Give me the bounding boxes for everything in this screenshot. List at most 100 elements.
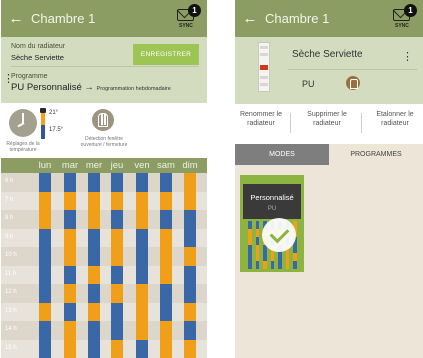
schedule-cell-comfort[interactable] [64, 228, 76, 248]
calibrate-radiator-button[interactable]: Etalonner le radiateur [367, 110, 423, 128]
schedule-cell-eco[interactable] [136, 173, 148, 192]
schedule-cell-comfort[interactable] [160, 339, 172, 358]
divider [290, 113, 291, 133]
schedule-cell-eco[interactable] [111, 321, 123, 340]
schedule-cell-comfort[interactable] [64, 339, 76, 358]
schedule-cell-eco[interactable] [184, 284, 196, 303]
schedule-cell-comfort[interactable] [160, 321, 172, 340]
schedule-cell-eco[interactable] [160, 302, 172, 322]
schedule-cell-comfort[interactable] [160, 228, 172, 248]
schedule-cell-comfort[interactable] [160, 247, 172, 266]
schedule-cell-eco[interactable] [111, 210, 123, 229]
schedule-cell-eco[interactable] [184, 265, 196, 285]
schedule-cell-comfort[interactable] [136, 284, 148, 303]
schedule-cell-comfort[interactable] [39, 302, 51, 322]
schedule-cell-eco[interactable] [88, 284, 100, 303]
schedule-cell-eco[interactable] [88, 247, 100, 266]
day-lun: lun [38, 160, 52, 171]
delete-radiator-button[interactable]: Supprimer le radiateur [299, 110, 355, 128]
tab-modes[interactable]: MODES [235, 144, 329, 165]
schedule-cell-eco[interactable] [160, 210, 172, 229]
schedule-cell-eco[interactable] [111, 302, 123, 322]
schedule-cell-eco[interactable] [136, 228, 148, 248]
schedule-cell-comfort[interactable] [136, 302, 148, 322]
schedule-cell-eco[interactable] [64, 210, 76, 229]
radiator-name-input[interactable]: Sèche Serviette [11, 53, 64, 62]
schedule-cell-comfort[interactable] [64, 284, 76, 303]
left-top-bar: ← Chambre 1 1 SYNC [1, 0, 207, 37]
schedule-cell-eco[interactable] [88, 321, 100, 340]
program-selector[interactable]: PU Personnalisé → Programmation hebdomad… [11, 82, 171, 93]
schedule-cell-eco[interactable] [88, 173, 100, 192]
schedule-cell-eco[interactable] [136, 247, 148, 266]
preview-bar [255, 253, 259, 261]
schedule-cell-eco[interactable] [64, 173, 76, 192]
preview-bar [293, 245, 297, 253]
schedule-cell-comfort[interactable] [184, 173, 196, 192]
schedule-cell-comfort[interactable] [160, 191, 172, 211]
schedule-cell-comfort[interactable] [88, 302, 100, 322]
schedule-cell-eco[interactable] [184, 321, 196, 340]
schedule-cell-eco[interactable] [111, 173, 123, 192]
rename-radiator-button[interactable]: Renommer le radiateur [238, 110, 284, 128]
schedule-cell-comfort[interactable] [64, 191, 76, 211]
schedule-cell-eco[interactable] [88, 339, 100, 358]
schedule-cell-comfort[interactable] [136, 321, 148, 340]
schedule-cell-comfort[interactable] [111, 191, 123, 211]
back-arrow-icon[interactable]: ← [1, 0, 31, 37]
program-card-personnalise[interactable]: Personnalisé PU [240, 175, 304, 272]
schedule-cell-eco[interactable] [64, 265, 76, 285]
hour-row: 7 h [1, 191, 207, 210]
schedule-cell-eco[interactable] [184, 210, 196, 229]
preview-bar [278, 253, 282, 261]
sync-button[interactable]: 1 SYNC [391, 4, 417, 32]
schedule-cell-comfort[interactable] [111, 228, 123, 248]
schedule-cell-comfort[interactable] [160, 265, 172, 285]
schedule-cell-eco[interactable] [39, 173, 51, 192]
hour-label: 10 h [5, 252, 17, 259]
schedule-cell-comfort[interactable] [184, 339, 196, 358]
back-arrow-icon[interactable]: ← [235, 0, 265, 37]
schedule-cell-eco[interactable] [64, 302, 76, 322]
schedule-cell-comfort[interactable] [136, 210, 148, 229]
sync-button[interactable]: 1 SYNC [175, 4, 201, 32]
schedule-cell-eco[interactable] [39, 265, 51, 285]
schedule-cell-eco[interactable] [39, 339, 51, 358]
schedule-cell-comfort[interactable] [88, 191, 100, 211]
schedule-cell-comfort[interactable] [184, 191, 196, 211]
weekly-schedule-grid[interactable]: 6 h 7 h 8 h 9 h 10 h 11 h 12 h 13 h 14 h 15 h [1, 173, 207, 358]
schedule-cell-comfort[interactable] [111, 284, 123, 303]
preview-bar [293, 261, 297, 269]
schedule-cell-eco[interactable] [88, 228, 100, 248]
schedule-cell-comfort[interactable] [184, 247, 196, 266]
schedule-cell-comfort[interactable] [111, 339, 123, 358]
more-menu-icon[interactable]: ⋮ [402, 50, 413, 63]
divider [361, 113, 362, 133]
preview-bar [255, 221, 259, 229]
schedule-cell-eco[interactable] [136, 265, 148, 285]
schedule-cell-comfort[interactable] [64, 321, 76, 340]
divider [288, 69, 417, 70]
schedule-cell-comfort[interactable] [88, 265, 100, 285]
schedule-cell-eco[interactable] [184, 228, 196, 248]
schedule-cell-eco[interactable] [39, 247, 51, 266]
day-dim: dim [182, 160, 198, 171]
schedule-cell-comfort[interactable] [39, 210, 51, 229]
save-button[interactable]: ENREGISTRER [133, 44, 199, 65]
schedule-cell-eco[interactable] [160, 173, 172, 192]
schedule-cell-comfort[interactable] [136, 191, 148, 211]
schedule-cell-eco[interactable] [39, 228, 51, 248]
schedule-cell-comfort[interactable] [39, 191, 51, 211]
schedule-cell-comfort[interactable] [111, 247, 123, 266]
schedule-cell-comfort[interactable] [64, 247, 76, 266]
schedule-cell-eco[interactable] [111, 265, 123, 285]
schedule-cell-eco[interactable] [136, 339, 148, 358]
schedule-cell-eco[interactable] [39, 321, 51, 340]
window-icon[interactable] [92, 109, 114, 131]
tab-programs[interactable]: PROGRAMMES [329, 144, 423, 165]
clock-icon[interactable] [9, 109, 37, 137]
schedule-cell-eco[interactable] [160, 284, 172, 303]
schedule-cell-eco[interactable] [39, 284, 51, 303]
schedule-cell-comfort[interactable] [88, 210, 100, 229]
schedule-cell-comfort[interactable] [184, 302, 196, 322]
